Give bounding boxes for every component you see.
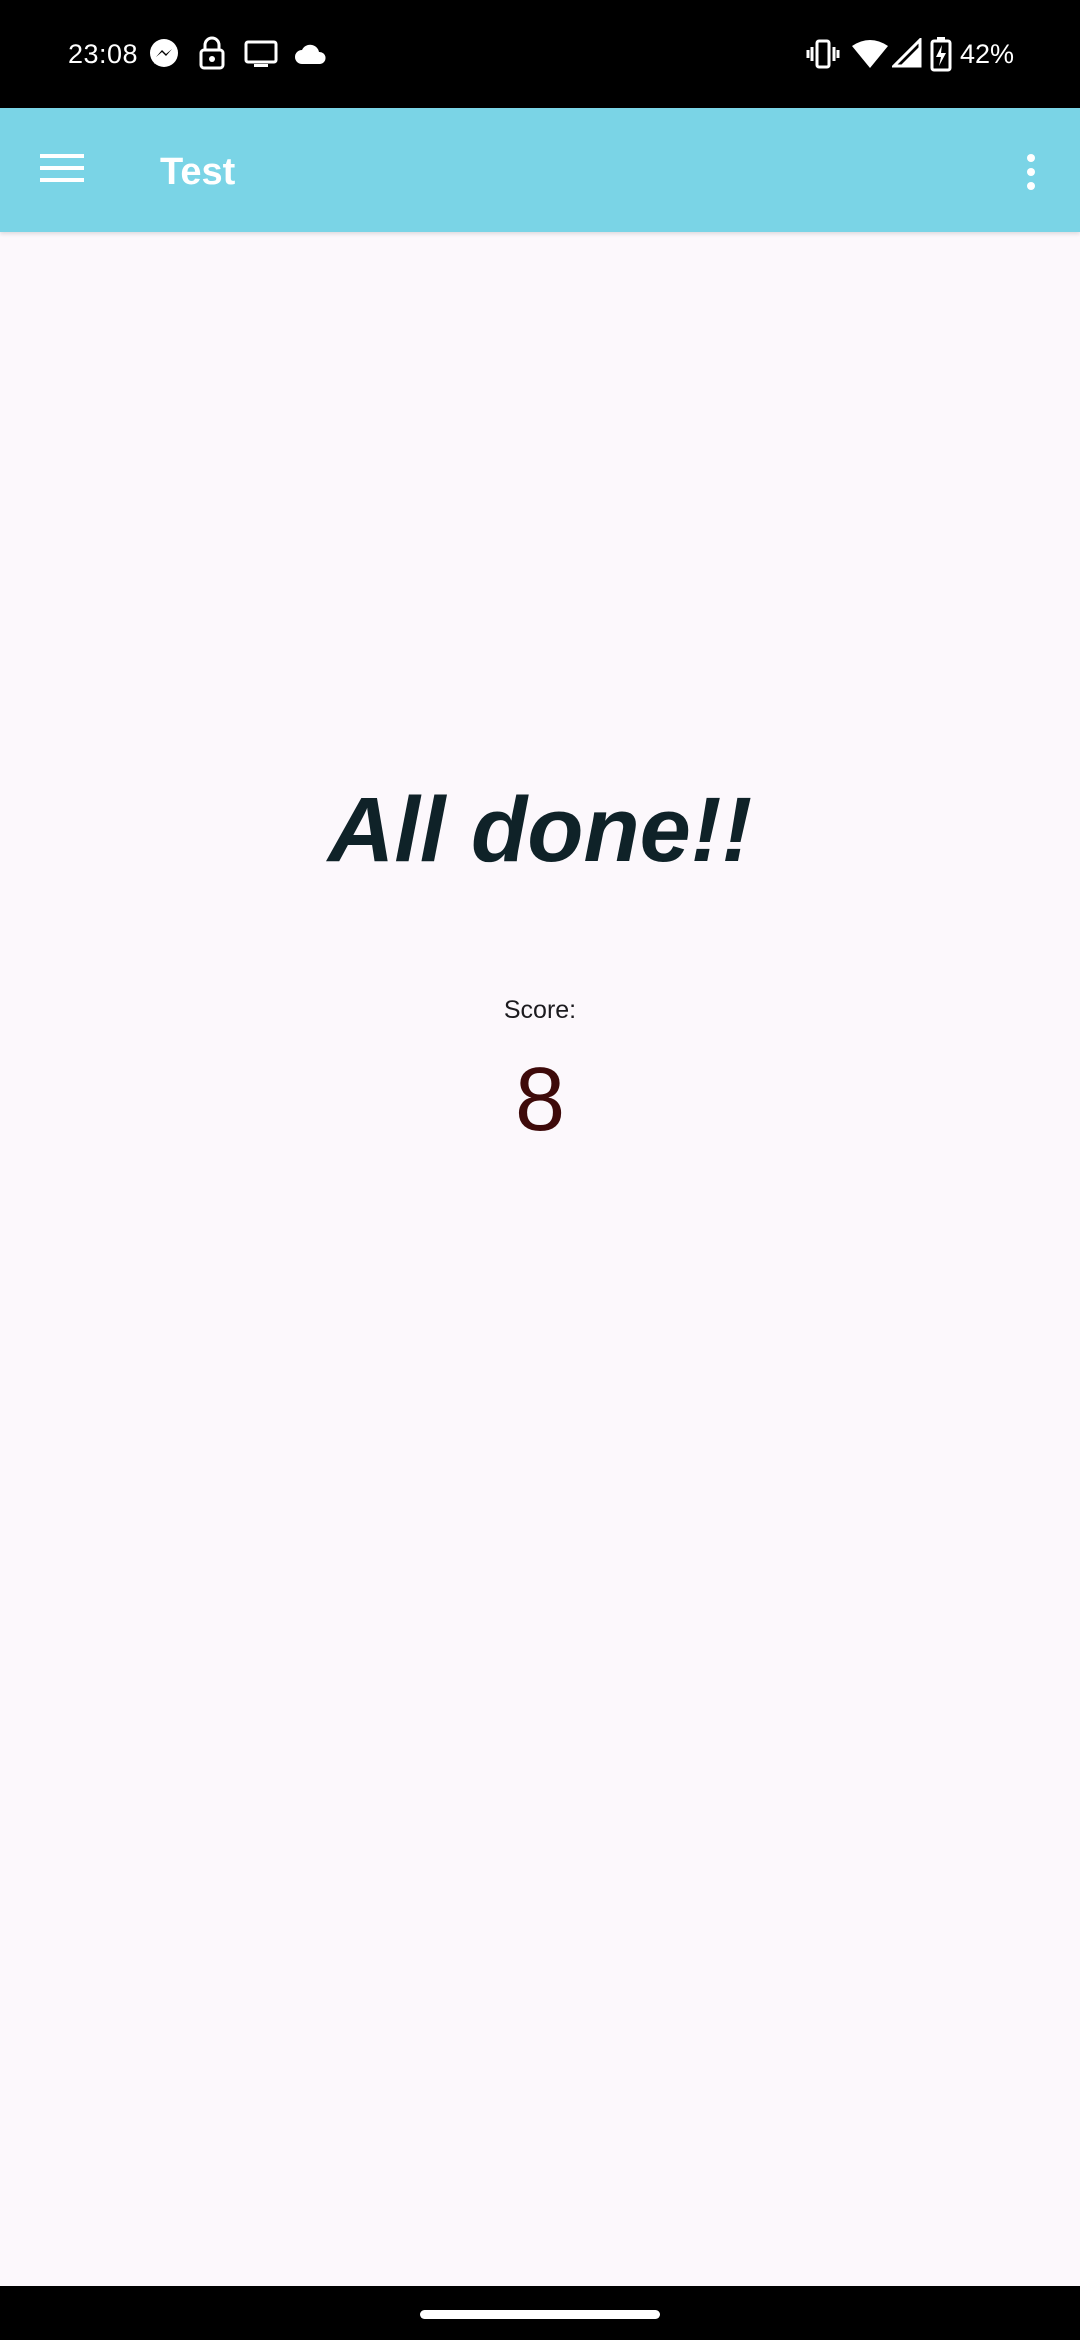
messenger-icon — [150, 39, 178, 67]
completion-heading: All done!! — [327, 779, 753, 881]
app-title: Test — [160, 151, 236, 193]
score-label: Score: — [503, 996, 577, 1024]
battery-percent: 42% — [960, 39, 1015, 69]
cloud-icon — [295, 44, 326, 64]
app-bar: Test — [0, 108, 1080, 232]
vibrate-icon — [806, 39, 840, 69]
cell-signal-icon — [892, 38, 922, 68]
menu-button[interactable] — [22, 132, 102, 208]
score-value: 8 — [514, 1050, 566, 1150]
status-time: 23:08 — [68, 39, 139, 69]
gesture-handle[interactable] — [420, 2310, 660, 2319]
navigation-bar — [0, 2286, 1080, 2340]
cast-icon — [244, 40, 278, 67]
hamburger-menu-icon — [40, 154, 84, 182]
wifi-icon — [852, 40, 888, 68]
lock-icon — [199, 36, 225, 70]
status-bar: 23:08 42% — [0, 0, 1080, 108]
battery-charging-icon — [930, 37, 952, 72]
more-vert-icon — [1027, 154, 1035, 190]
overflow-menu-button[interactable] — [1010, 132, 1060, 208]
